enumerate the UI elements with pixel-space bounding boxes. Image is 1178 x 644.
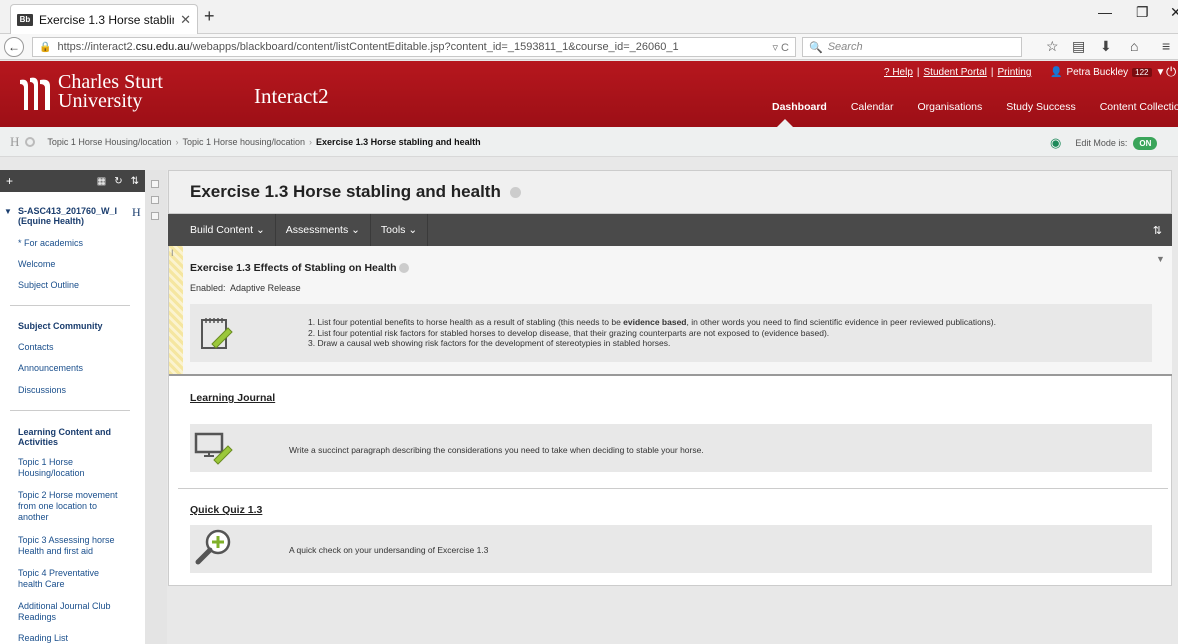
lock-icon: 🔒 (39, 41, 52, 53)
new-tab-button[interactable]: + (204, 6, 215, 26)
item-description: 1. List four potential benefits to horse… (308, 317, 996, 348)
edit-mode-toggle[interactable]: ON (1133, 136, 1158, 150)
item-enabled-status: Enabled: Adaptive Release (190, 283, 301, 293)
user-menu[interactable]: 👤 Petra Buckley 122 ▼ (1050, 67, 1165, 78)
search-icon: 🔍 (809, 41, 823, 54)
nav-content-collection[interactable]: Content Collection (1088, 101, 1178, 113)
menu-link-for-academics[interactable]: * For academics (18, 238, 138, 249)
menu-heading-learning-content: Learning Content and Activities (18, 427, 111, 447)
refresh-icon[interactable]: ↻ (114, 176, 122, 187)
learning-journal-link[interactable]: Learning Journal (190, 392, 275, 404)
logout-power-icon[interactable]: ⏻ (1166, 64, 1176, 80)
options-menu-icon[interactable] (509, 187, 521, 199)
course-home-h-icon[interactable]: H (132, 205, 141, 220)
reorder-icon[interactable]: ⇅ (131, 176, 139, 187)
notification-badge: 122 (1132, 68, 1152, 77)
menu-link-subject-outline[interactable]: Subject Outline (18, 280, 138, 291)
student-portal-link[interactable]: Student Portal (924, 67, 987, 78)
address-bar[interactable]: 🔒 https://interact2.csu.edu.au/webapps/b… (32, 37, 796, 57)
reorder-icon[interactable]: ⇅ (1153, 224, 1162, 237)
adaptive-release-stripe (169, 246, 183, 374)
build-content-menu[interactable]: Build Content ⌄ (180, 214, 276, 246)
close-tab-icon[interactable]: ✕ (180, 12, 191, 28)
menu-link-welcome[interactable]: Welcome (18, 259, 138, 270)
menu-link-journal-club[interactable]: Additional Journal Club Readings (18, 601, 118, 623)
close-window-icon[interactable]: ✕ (1170, 4, 1178, 21)
learning-journal-description: Write a succinct paragraph describing th… (289, 445, 704, 455)
download-icon[interactable]: ⬇ (1100, 38, 1112, 55)
course-title[interactable]: S-ASC413_201760_W_I (Equine Health) (18, 206, 128, 226)
url-text: https://interact2.csu.edu.au/webapps/bla… (57, 41, 679, 53)
collapse-triangle-icon[interactable]: ▼ (4, 207, 12, 216)
user-icon: 👤 (1050, 67, 1063, 78)
home-icon[interactable]: ⌂ (1130, 38, 1138, 54)
bookmark-star-icon[interactable]: ☆ (1046, 38, 1059, 55)
add-menu-item-icon[interactable]: + (6, 174, 13, 188)
chevron-down-icon: ▼ (1155, 67, 1166, 78)
browser-search-field[interactable]: 🔍 Search (802, 37, 1022, 57)
university-logo-text[interactable]: Charles Sturt University (58, 72, 163, 111)
nav-study-success[interactable]: Study Success (994, 101, 1087, 113)
drag-handle-icon[interactable]: I (171, 248, 174, 258)
menu-link-topic-1[interactable]: Topic 1 Horse Housing/location (18, 457, 108, 479)
quick-quiz-link[interactable]: Quick Quiz 1.3 (190, 504, 262, 516)
tab-title: Exercise 1.3 Horse stabling ... (39, 12, 174, 27)
course-home-icon[interactable]: H (10, 134, 19, 150)
minimize-icon[interactable]: — (1098, 4, 1112, 20)
browser-tab[interactable]: Bb Exercise 1.3 Horse stabling ... ✕ (10, 4, 198, 34)
menu-link-reading-list[interactable]: Reading List (18, 633, 138, 644)
menu-link-announcements[interactable]: Announcements (18, 363, 138, 374)
item-divider (178, 488, 1168, 489)
student-preview-eye-icon[interactable]: ◉ (1050, 135, 1061, 151)
blackboard-favicon: Bb (17, 13, 33, 26)
folder-view-icon[interactable]: ▦ (97, 176, 106, 187)
menu-divider (10, 305, 130, 306)
menu-link-topic-3[interactable]: Topic 3 Assessing horse Health and first… (18, 535, 128, 557)
breadcrumb: H Topic 1 Horse Housing/location › Topic… (0, 127, 1178, 157)
menu-link-discussions[interactable]: Discussions (18, 385, 138, 396)
csu-logo-icon (20, 77, 50, 110)
menu-icon[interactable]: ≡ (1162, 38, 1170, 54)
nav-organisations[interactable]: Organisations (905, 101, 994, 113)
breadcrumb-item[interactable]: Topic 1 Horse housing/location (182, 137, 305, 147)
menu-collapse-strip[interactable] (145, 170, 167, 644)
user-name: Petra Buckley (1066, 67, 1129, 78)
assessments-menu[interactable]: Assessments ⌄ (276, 214, 371, 246)
quick-quiz-description: A quick check on your undersanding of Ex… (289, 545, 489, 555)
header-top-links: ? Help | Student Portal | Printing (884, 67, 1032, 78)
item-title[interactable]: Exercise 1.3 Effects of Stabling on Heal… (190, 262, 410, 274)
restore-icon[interactable]: ❐ (1136, 4, 1149, 21)
quiz-magnifier-icon (195, 529, 231, 565)
page-title: Exercise 1.3 Horse stabling and health (190, 182, 521, 202)
course-menu-circle-icon[interactable] (25, 136, 36, 147)
edit-mode-label: Edit Mode is: (1075, 138, 1128, 148)
menu-link-contacts[interactable]: Contacts (18, 342, 138, 353)
content-action-bar: Build Content ⌄ Assessments ⌄ Tools ⌄ ⇅ (168, 214, 1172, 246)
app-title: Interact2 (254, 84, 329, 108)
item-options-icon[interactable] (399, 263, 410, 274)
breadcrumb-current: Exercise 1.3 Horse stabling and health (316, 136, 481, 147)
menu-link-topic-4[interactable]: Topic 4 Preventative health Care (18, 568, 118, 590)
breadcrumb-item[interactable]: Topic 1 Horse Housing/location (47, 137, 171, 147)
reload-icon[interactable]: ▿ C (772, 41, 789, 54)
course-menu-toolbar: + ▦ ↻ ⇅ (0, 170, 145, 192)
nav-dashboard[interactable]: Dashboard (760, 101, 839, 113)
help-link[interactable]: ? Help (884, 67, 913, 78)
back-arrow-icon[interactable]: ← (4, 37, 24, 57)
main-nav: Dashboard Calendar Organisations Study S… (760, 101, 1178, 113)
printing-link[interactable]: Printing (998, 67, 1032, 78)
menu-divider (10, 410, 130, 411)
active-nav-pointer (777, 119, 793, 127)
journal-icon (194, 432, 233, 465)
reading-list-icon[interactable]: ▤ (1072, 38, 1085, 55)
edit-mode-control: ◉ Edit Mode is: ON (1050, 135, 1158, 151)
tools-menu[interactable]: Tools ⌄ (371, 214, 429, 246)
menu-heading-subject-community: Subject Community (18, 321, 103, 331)
collapse-chevron-icon[interactable]: ▼ (1156, 254, 1165, 264)
assignment-icon (201, 318, 233, 349)
menu-link-topic-2[interactable]: Topic 2 Horse movement from one location… (18, 490, 128, 523)
nav-calendar[interactable]: Calendar (839, 101, 906, 113)
